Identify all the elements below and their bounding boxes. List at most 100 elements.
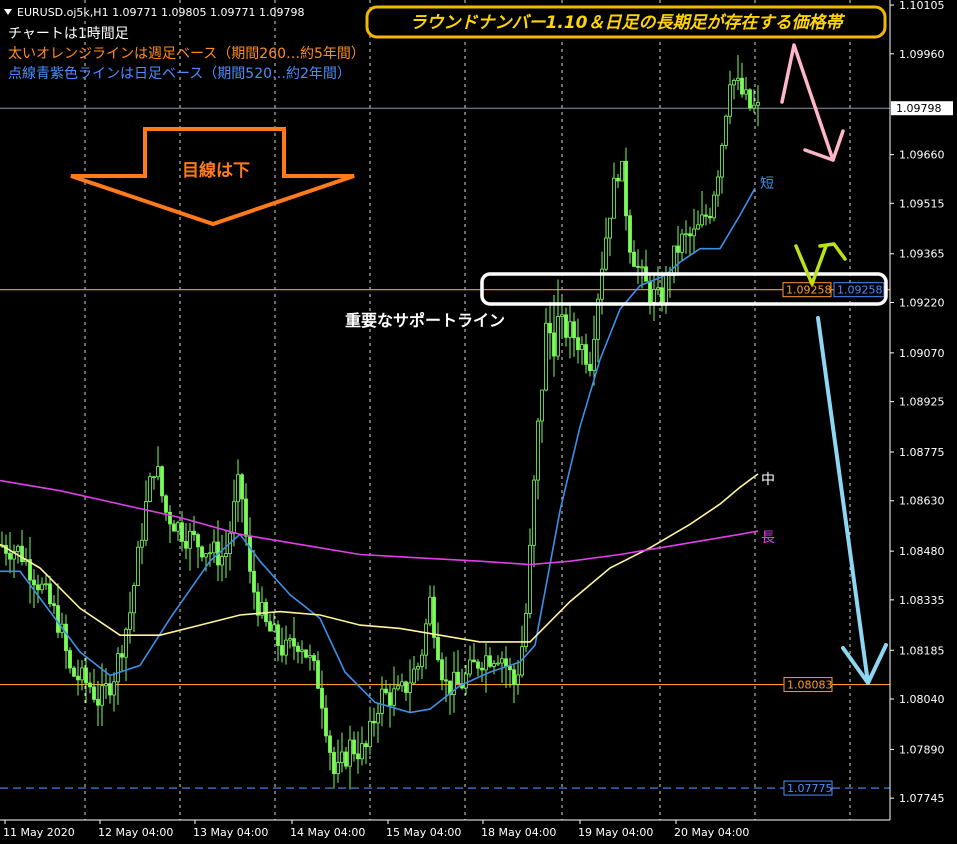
candle-body xyxy=(164,495,168,513)
candle-body xyxy=(552,332,556,357)
candle-body xyxy=(320,687,324,709)
candle-body xyxy=(372,720,376,724)
candle-body xyxy=(220,556,224,566)
candle-body xyxy=(48,583,52,605)
banner-text: ラウンドナンバー1.10＆日足の長期足が存在する価格帯 xyxy=(410,13,846,33)
candle-body xyxy=(104,683,108,687)
candle-body xyxy=(412,668,416,684)
candle-body xyxy=(148,476,152,502)
candle-body xyxy=(428,596,432,625)
symbol-header: EURUSD.oj5k,H1 1.09771 1.09805 1.09771 1… xyxy=(17,6,305,19)
candle-body xyxy=(432,596,436,638)
candle-body xyxy=(112,681,116,696)
candle-body xyxy=(648,280,652,303)
price-tick-label: 1.10105 xyxy=(899,0,945,12)
candle-body xyxy=(64,623,68,651)
support-label: 重要なサポートライン xyxy=(345,311,505,330)
candle-body xyxy=(280,645,284,656)
candle-body xyxy=(572,321,576,339)
level-tag-label: 1.09258 xyxy=(786,284,832,297)
candle-body xyxy=(248,535,252,572)
candle-body xyxy=(692,228,696,237)
candle-body xyxy=(88,682,92,688)
candle-body xyxy=(256,591,260,616)
candle-body xyxy=(456,671,460,685)
price-tick-label: 1.08630 xyxy=(899,495,945,508)
candle-body xyxy=(396,685,400,690)
info-line: チャートは1時間足 xyxy=(8,26,129,42)
candle-body xyxy=(72,667,76,677)
candle-body xyxy=(236,474,240,503)
candle-body xyxy=(308,655,312,658)
candle-body xyxy=(244,498,248,537)
price-tick-label: 1.07745 xyxy=(899,792,945,805)
candle-body xyxy=(744,89,748,95)
candle-body xyxy=(712,194,716,219)
time-tick-label: 20 May 04:00 xyxy=(674,826,749,839)
candle-body xyxy=(296,645,300,652)
candle-body xyxy=(496,662,500,665)
candle-body xyxy=(568,321,572,338)
candle-body xyxy=(304,649,308,658)
candle-body xyxy=(604,237,608,270)
candle-body xyxy=(392,688,396,706)
candle-body xyxy=(352,739,356,755)
candle-body xyxy=(560,314,564,317)
candle-body xyxy=(660,287,664,305)
time-tick-label: 14 May 04:00 xyxy=(290,826,365,839)
candle-body xyxy=(160,466,164,497)
candle-body xyxy=(192,530,196,535)
candle-body xyxy=(328,735,332,753)
candle-body xyxy=(344,751,348,767)
candle-body xyxy=(140,539,144,548)
candle-body xyxy=(724,115,728,146)
candle-body xyxy=(176,522,180,532)
candle-body xyxy=(288,638,292,641)
candle-body xyxy=(632,251,636,267)
candle-body xyxy=(132,585,136,614)
candle-body xyxy=(252,570,256,593)
candle-body xyxy=(152,476,156,479)
ma-label-long: 長 xyxy=(761,530,775,546)
candle-body xyxy=(312,655,316,662)
ma-label-mid: 中 xyxy=(761,472,775,488)
candle-body xyxy=(92,686,96,700)
price-tick-label: 1.09070 xyxy=(899,347,945,360)
candle-body xyxy=(32,579,36,586)
candle-body xyxy=(272,624,276,632)
candle-body xyxy=(532,479,536,546)
candle-body xyxy=(196,534,200,548)
candle-body xyxy=(168,511,172,525)
candle-body xyxy=(208,552,212,555)
candle-body xyxy=(284,639,288,656)
ma-label-short: 短 xyxy=(760,176,774,192)
candle-body xyxy=(20,545,24,563)
candle-body xyxy=(116,653,120,683)
candle-body xyxy=(292,638,296,647)
candle-body xyxy=(504,658,508,667)
price-tick-label: 1.07890 xyxy=(899,743,945,756)
candle-body xyxy=(204,553,208,558)
candle-body xyxy=(232,501,236,534)
candle-body xyxy=(144,501,148,541)
candle-body xyxy=(332,752,336,775)
candle-body xyxy=(100,685,104,706)
candle-body xyxy=(388,692,392,706)
candle-body xyxy=(356,753,360,760)
price-tick-label: 1.08040 xyxy=(899,693,945,706)
candle-body xyxy=(580,344,584,351)
candle-body xyxy=(224,553,228,557)
candle-body xyxy=(268,621,272,632)
candle-body xyxy=(728,84,732,117)
candle-body xyxy=(156,466,160,478)
price-chart[interactable]: 1.09798 1.09258 1.09258 1.08083 1.07775 短中長 E… xyxy=(0,0,957,844)
candle-body xyxy=(84,667,88,684)
price-tick-label: 1.08925 xyxy=(899,396,945,409)
candle-body xyxy=(348,739,352,767)
candle-body xyxy=(576,337,580,351)
candle-body xyxy=(740,77,744,95)
candle-body xyxy=(540,389,544,422)
candle-body xyxy=(420,654,424,667)
price-tick-label: 1.08335 xyxy=(899,594,945,607)
candle-body xyxy=(512,669,516,685)
